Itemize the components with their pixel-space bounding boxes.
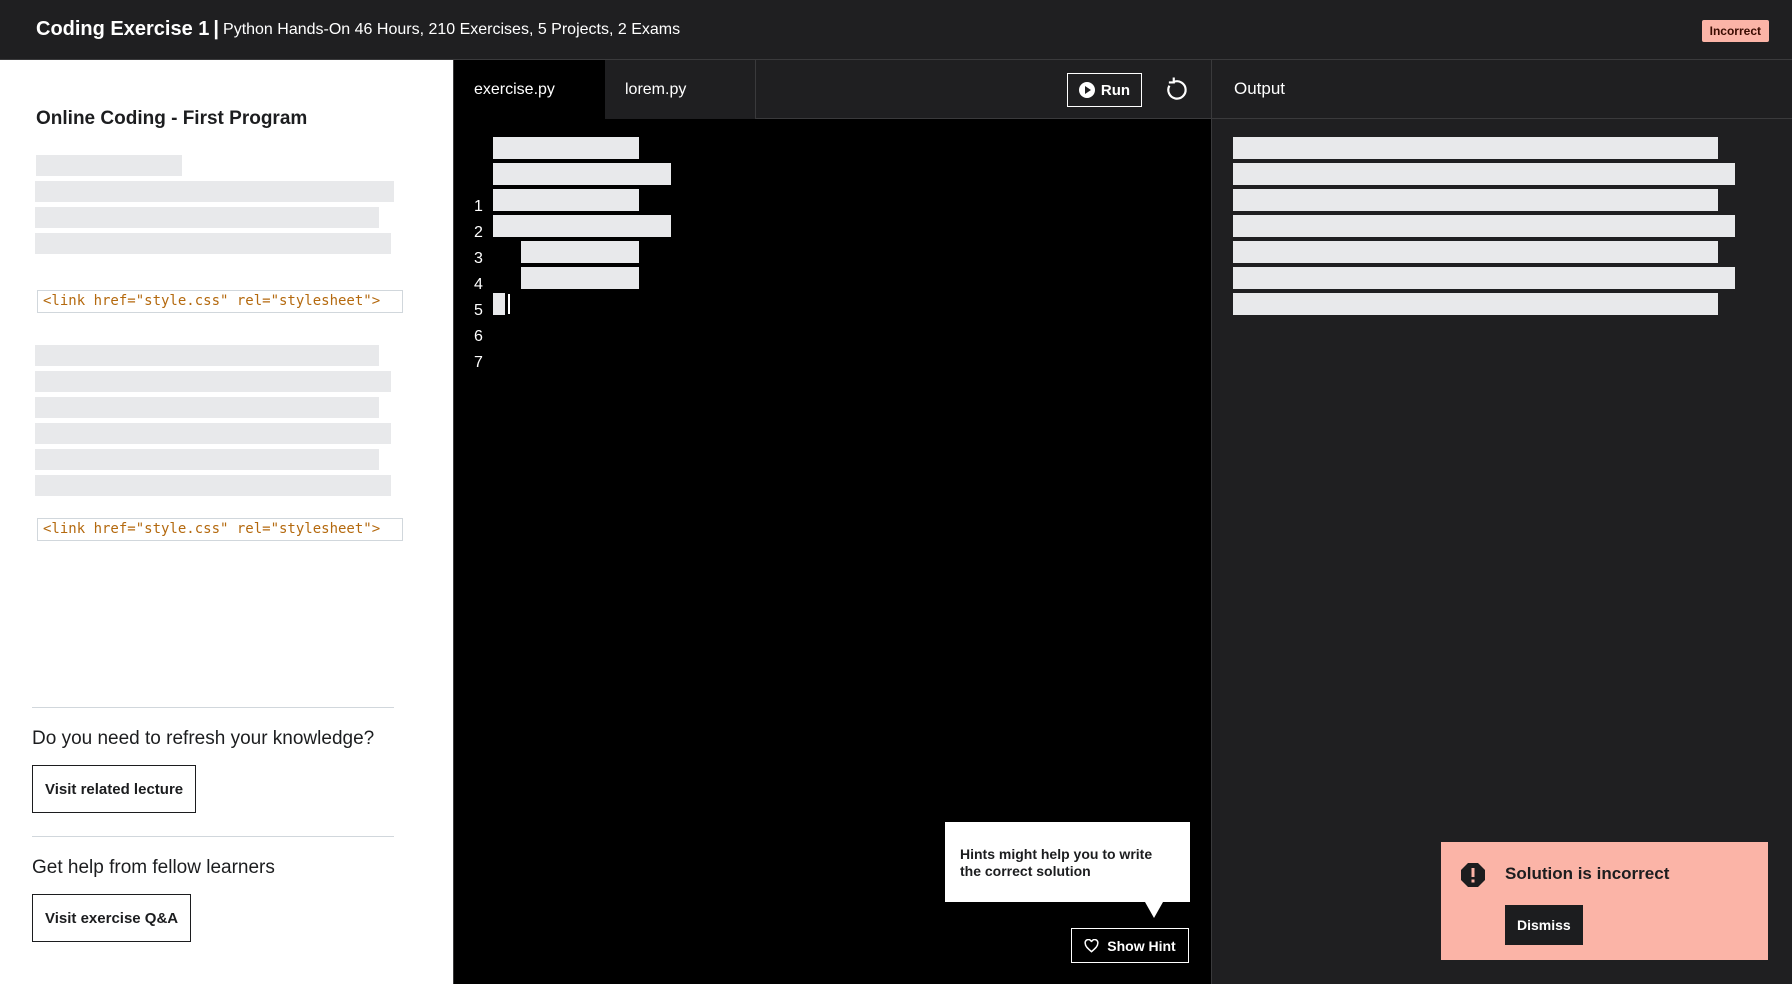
line-number: 1 <box>474 198 483 215</box>
output-line-placeholder <box>1233 241 1718 263</box>
code-line-placeholder <box>493 163 671 185</box>
code-line-placeholder <box>493 293 505 315</box>
editor-tabs: exercise.py lorem.py Run <box>454 60 1212 119</box>
show-hint-button[interactable]: Show Hint <box>1071 928 1189 963</box>
visit-qa-button[interactable]: Visit exercise Q&A <box>32 894 192 942</box>
code-line-placeholder <box>521 241 639 263</box>
run-button[interactable]: Run <box>1067 73 1142 107</box>
status-badge: Incorrect <box>1701 20 1769 42</box>
instructions-title: Online Coding - First Program <box>36 108 308 129</box>
placeholder-line <box>35 475 391 496</box>
alert-message: Solution is incorrect <box>1505 864 1670 883</box>
code-snippet: <link href="style.css" rel="stylesheet"> <box>37 518 403 541</box>
code-line-placeholder <box>493 189 639 211</box>
hint-tooltip: Hints might help you to write the correc… <box>945 822 1190 918</box>
output-line-placeholder <box>1233 215 1735 237</box>
help-question: Get help from fellow learners <box>32 857 275 878</box>
output-line-placeholder <box>1233 267 1735 289</box>
placeholder-line <box>35 181 394 202</box>
output-line-placeholder <box>1233 163 1735 185</box>
placeholder-line <box>35 371 391 392</box>
line-number: 3 <box>474 250 483 267</box>
placeholder-line <box>35 449 379 470</box>
output-title: Output <box>1212 60 1792 119</box>
title-separator: | <box>213 18 220 40</box>
refresh-question: Do you need to refresh your knowledge? <box>32 728 375 749</box>
divider <box>32 836 394 837</box>
exercise-title: Coding Exercise 1 <box>36 18 210 40</box>
code-line-placeholder <box>521 267 639 289</box>
line-number: 7 <box>474 354 483 371</box>
line-number: 2 <box>474 224 483 241</box>
run-label: Run <box>1100 81 1131 99</box>
line-number: 6 <box>474 328 483 345</box>
text-cursor <box>508 294 510 314</box>
code-line-placeholder <box>493 215 671 237</box>
placeholder-line <box>35 233 391 254</box>
top-bar: Coding Exercise 1 | Python Hands-On 46 H… <box>0 0 1792 60</box>
placeholder-line <box>35 345 379 366</box>
heart-icon <box>1084 938 1099 953</box>
line-number: 4 <box>474 276 483 293</box>
placeholder-line <box>35 423 391 444</box>
line-number: 5 <box>474 302 483 319</box>
course-title: Python Hands-On 46 Hours, 210 Exercises,… <box>223 20 681 38</box>
error-icon <box>1461 863 1485 887</box>
code-editor-panel: exercise.py lorem.py Run 1 2 3 4 5 6 7 H… <box>453 60 1212 984</box>
dismiss-button[interactable]: Dismiss <box>1505 905 1583 945</box>
output-line-placeholder <box>1233 189 1718 211</box>
show-hint-label: Show Hint <box>1107 937 1176 954</box>
output-line-placeholder <box>1233 293 1718 315</box>
placeholder-line <box>35 207 379 228</box>
incorrect-solution-alert: Solution is incorrect Dismiss <box>1441 842 1768 960</box>
code-snippet: <link href="style.css" rel="stylesheet"> <box>37 290 403 313</box>
output-line-placeholder <box>1233 137 1718 159</box>
reset-icon[interactable] <box>1164 77 1190 103</box>
placeholder-line <box>35 397 379 418</box>
tab-lorem-py[interactable]: lorem.py <box>605 60 756 119</box>
placeholder-line <box>36 155 182 176</box>
code-line-placeholder <box>493 137 639 159</box>
play-icon <box>1078 82 1095 98</box>
divider <box>32 707 394 708</box>
tab-exercise-py[interactable]: exercise.py <box>454 60 605 119</box>
instructions-panel: Online Coding - First Program <link href… <box>0 60 453 984</box>
visit-lecture-button[interactable]: Visit related lecture <box>32 765 197 813</box>
